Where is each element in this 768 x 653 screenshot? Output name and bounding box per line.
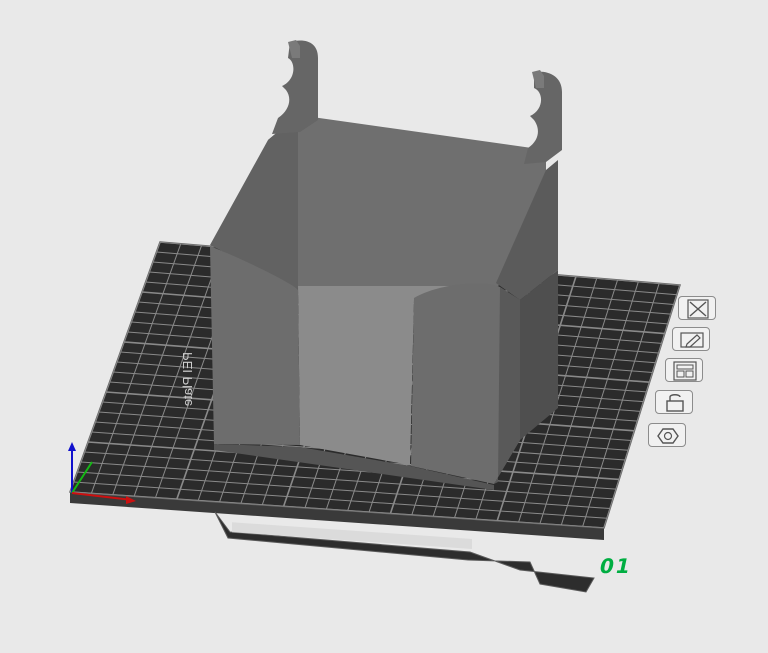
- lock-plate-button[interactable]: [655, 390, 693, 414]
- hexagon-icon: [657, 428, 679, 444]
- plate-type-button[interactable]: [648, 423, 686, 447]
- 3d-viewport[interactable]: PEI Plate: [0, 0, 768, 653]
- plate-index-label: 01: [597, 554, 635, 578]
- edit-icon: [680, 332, 704, 348]
- arrange-icon: [673, 361, 697, 381]
- delete-plate-button[interactable]: [678, 296, 716, 320]
- model-object[interactable]: [210, 40, 562, 490]
- arrange-button[interactable]: [665, 358, 703, 382]
- plate-settings-button[interactable]: [672, 327, 710, 351]
- close-icon: [687, 299, 709, 319]
- lock-icon: [666, 394, 684, 412]
- plate-logo-text: PEI Plate: [180, 352, 195, 406]
